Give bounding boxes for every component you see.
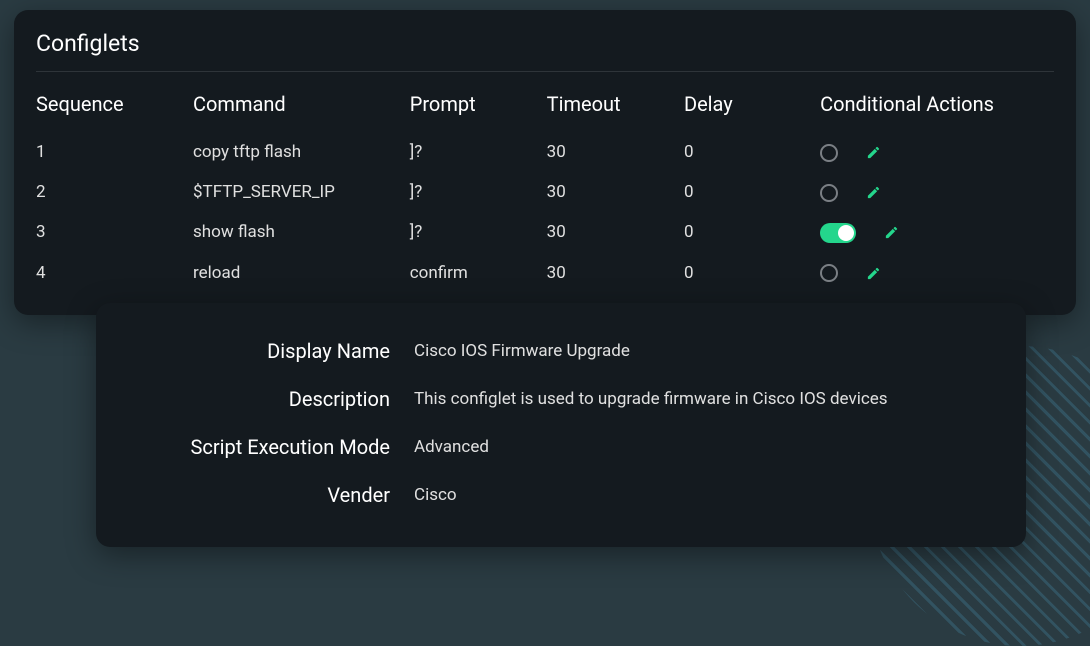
table-row: 1copy tftp flash]?300 bbox=[36, 132, 1054, 172]
cell-timeout: 30 bbox=[547, 132, 684, 172]
cell-command: show flash bbox=[193, 212, 410, 253]
edit-icon[interactable] bbox=[884, 225, 899, 240]
detail-label: Description bbox=[124, 387, 414, 411]
cell-sequence: 2 bbox=[36, 172, 193, 212]
detail-display-name: Display Name Cisco IOS Firmware Upgrade bbox=[124, 327, 998, 375]
cell-delay: 0 bbox=[684, 132, 820, 172]
cell-prompt: ]? bbox=[410, 172, 547, 212]
col-delay: Delay bbox=[684, 86, 820, 132]
edit-icon[interactable] bbox=[866, 185, 881, 200]
conditional-toggle-off[interactable] bbox=[820, 184, 838, 202]
cell-command: copy tftp flash bbox=[193, 132, 410, 172]
cell-sequence: 4 bbox=[36, 253, 193, 293]
cell-command: $TFTP_SERVER_IP bbox=[193, 172, 410, 212]
cell-prompt: ]? bbox=[410, 132, 547, 172]
cell-prompt: confirm bbox=[410, 253, 547, 293]
panel-title: Configlets bbox=[36, 20, 1054, 72]
cell-delay: 0 bbox=[684, 172, 820, 212]
cell-delay: 0 bbox=[684, 253, 820, 293]
detail-vendor: Vender Cisco bbox=[124, 471, 998, 519]
conditional-toggle-off[interactable] bbox=[820, 264, 838, 282]
cell-prompt: ]? bbox=[410, 212, 547, 253]
cell-timeout: 30 bbox=[547, 212, 684, 253]
detail-value: Cisco IOS Firmware Upgrade bbox=[414, 341, 630, 361]
cell-conditional-actions bbox=[820, 253, 1054, 293]
detail-value: Advanced bbox=[414, 437, 489, 457]
detail-label: Script Execution Mode bbox=[124, 435, 414, 459]
edit-icon[interactable] bbox=[866, 266, 881, 281]
detail-label: Display Name bbox=[124, 339, 414, 363]
conditional-toggle-off[interactable] bbox=[820, 144, 838, 162]
table-row: 3show flash]?300 bbox=[36, 212, 1054, 253]
table-row: 4reloadconfirm300 bbox=[36, 253, 1054, 293]
cell-sequence: 1 bbox=[36, 132, 193, 172]
detail-mode: Script Execution Mode Advanced bbox=[124, 423, 998, 471]
cell-conditional-actions bbox=[820, 172, 1054, 212]
detail-value: Cisco bbox=[414, 485, 457, 505]
configlets-table: Sequence Command Prompt Timeout Delay Co… bbox=[36, 86, 1054, 293]
table-row: 2$TFTP_SERVER_IP]?300 bbox=[36, 172, 1054, 212]
col-actions: Conditional Actions bbox=[820, 86, 1054, 132]
configlets-panel: Configlets Sequence Command Prompt Timeo… bbox=[14, 10, 1076, 315]
conditional-toggle-on[interactable] bbox=[820, 223, 856, 243]
col-prompt: Prompt bbox=[410, 86, 547, 132]
detail-description: Description This configlet is used to up… bbox=[124, 375, 998, 423]
detail-value: This configlet is used to upgrade firmwa… bbox=[414, 389, 888, 409]
cell-timeout: 30 bbox=[547, 253, 684, 293]
cell-command: reload bbox=[193, 253, 410, 293]
cell-sequence: 3 bbox=[36, 212, 193, 253]
col-command: Command bbox=[193, 86, 410, 132]
col-timeout: Timeout bbox=[547, 86, 684, 132]
cell-timeout: 30 bbox=[547, 172, 684, 212]
cell-conditional-actions bbox=[820, 132, 1054, 172]
cell-conditional-actions bbox=[820, 212, 1054, 253]
cell-delay: 0 bbox=[684, 212, 820, 253]
details-panel: Display Name Cisco IOS Firmware Upgrade … bbox=[96, 303, 1026, 547]
col-sequence: Sequence bbox=[36, 86, 193, 132]
detail-label: Vender bbox=[124, 483, 414, 507]
edit-icon[interactable] bbox=[866, 145, 881, 160]
